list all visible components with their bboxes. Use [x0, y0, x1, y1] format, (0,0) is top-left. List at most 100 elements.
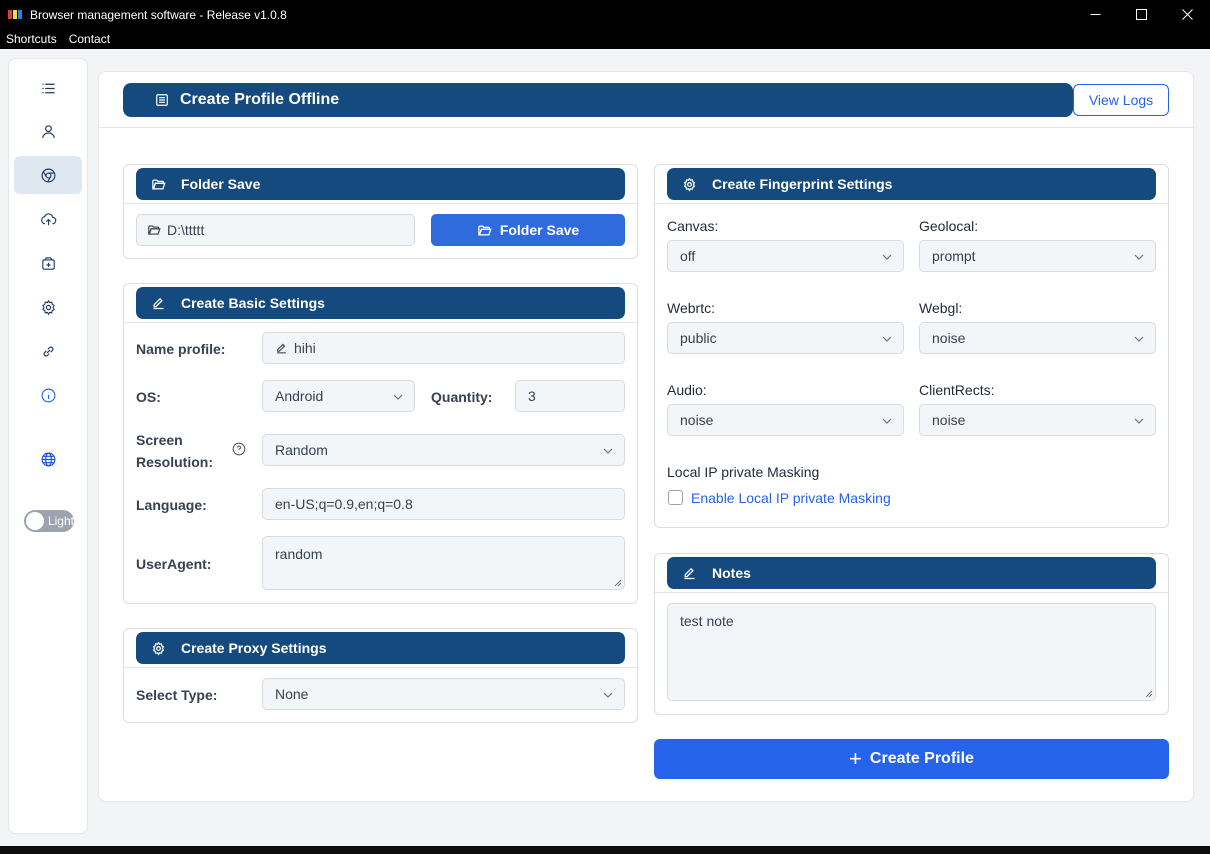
local-ip-checkbox[interactable] — [668, 490, 683, 505]
basic-settings-title: Create Basic Settings — [181, 295, 325, 311]
clientrects-value: noise — [932, 412, 966, 428]
canvas-select[interactable]: off — [667, 240, 904, 272]
app-client-area: Light Create Profile Offline View Logs F… — [0, 49, 1210, 846]
sidebar-item-proxy[interactable] — [14, 332, 82, 370]
create-profile-button[interactable]: + Create Profile — [654, 739, 1169, 779]
canvas-label: Canvas: — [667, 218, 719, 234]
quantity-input[interactable]: 3 — [515, 380, 625, 412]
geolocal-label: Geolocal: — [919, 218, 979, 234]
divider — [655, 592, 1168, 593]
audio-value: noise — [680, 412, 714, 428]
name-profile-input[interactable]: hihi — [262, 332, 625, 364]
language-input[interactable]: en-US;q=0.9,en;q=0.8 — [262, 488, 625, 520]
language-label: Language: — [136, 497, 207, 513]
plus-icon: + — [849, 746, 862, 771]
divider — [655, 203, 1168, 204]
help-icon[interactable] — [232, 442, 246, 456]
menu-contact[interactable]: Contact — [63, 32, 116, 46]
maximize-button[interactable] — [1118, 0, 1164, 29]
folder-open-icon — [152, 179, 166, 189]
sidebar-item-browser[interactable] — [14, 156, 82, 194]
minimize-icon — [1090, 14, 1100, 15]
main-header: Create Profile Offline View Logs — [99, 72, 1193, 128]
screen-resolution-select[interactable]: Random — [262, 434, 625, 466]
page-title: Create Profile Offline — [123, 83, 1073, 117]
fingerprint-settings-header: Create Fingerprint Settings — [667, 168, 1156, 200]
sidebar-item-menu[interactable] — [14, 69, 82, 107]
notes-textarea[interactable]: test note — [667, 603, 1156, 701]
local-ip-checkbox-label[interactable]: Enable Local IP private Masking — [691, 490, 891, 506]
proxy-settings-header: Create Proxy Settings — [136, 632, 625, 664]
audio-select[interactable]: noise — [667, 404, 904, 436]
user-icon — [41, 124, 55, 138]
notes-header: Notes — [667, 557, 1156, 589]
basic-settings-card: Create Basic Settings Name profile: hihi… — [123, 283, 638, 604]
quantity-value: 3 — [528, 388, 536, 404]
sidebar-item-about[interactable] — [14, 376, 82, 414]
menu-bar: Shortcuts Contact — [0, 29, 1210, 49]
screen-resolution-value: Random — [275, 442, 328, 458]
title-bar: Browser management software - Release v1… — [0, 0, 1210, 29]
resize-handle-icon[interactable] — [614, 579, 622, 587]
chevron-down-icon — [882, 418, 892, 424]
sidebar-item-cloud[interactable] — [14, 200, 82, 238]
chevron-down-icon — [1134, 336, 1144, 342]
webgl-label: Webgl: — [919, 300, 963, 316]
folder-open-icon — [478, 225, 492, 235]
notes-card: Notes test note — [654, 553, 1169, 715]
terminal-edge — [0, 846, 1210, 854]
os-label: OS: — [136, 389, 161, 405]
folder-save-card: Folder Save D:\ttttt Folder Save — [123, 164, 638, 259]
folder-save-button[interactable]: Folder Save — [431, 214, 625, 246]
proxy-settings-title: Create Proxy Settings — [181, 640, 327, 656]
os-select[interactable]: Android — [262, 380, 415, 412]
folder-path-value: D:\ttttt — [167, 222, 205, 238]
list-icon — [156, 94, 168, 106]
clientrects-select[interactable]: noise — [919, 404, 1156, 436]
theme-toggle[interactable]: Light — [24, 510, 74, 532]
info-icon — [41, 388, 55, 402]
useragent-textarea[interactable]: random — [262, 536, 625, 590]
pencil-icon — [153, 297, 164, 309]
pencil-icon — [277, 343, 286, 353]
divider — [124, 667, 637, 668]
chevron-down-icon — [603, 692, 613, 698]
quantity-label: Quantity: — [431, 389, 493, 405]
view-logs-button[interactable]: View Logs — [1073, 84, 1169, 116]
notes-title: Notes — [712, 565, 751, 581]
proxy-type-label: Select Type: — [136, 687, 218, 703]
sidebar-item-language[interactable] — [14, 440, 82, 478]
geolocal-select[interactable]: prompt — [919, 240, 1156, 272]
sidebar-item-settings[interactable] — [14, 288, 82, 326]
audio-label: Audio: — [667, 382, 707, 398]
resize-handle-icon[interactable] — [1145, 690, 1153, 698]
chevron-down-icon — [882, 254, 892, 260]
minimize-button[interactable] — [1072, 0, 1118, 29]
webrtc-select[interactable]: public — [667, 322, 904, 354]
theme-toggle-knob — [26, 512, 44, 530]
folder-path-field[interactable]: D:\ttttt — [136, 214, 415, 246]
geolocal-value: prompt — [932, 248, 976, 264]
webgl-select[interactable]: noise — [919, 322, 1156, 354]
notes-value: test note — [680, 613, 734, 629]
local-ip-label: Local IP private Masking — [667, 464, 820, 480]
basic-settings-header: Create Basic Settings — [136, 287, 625, 319]
globe-icon — [41, 452, 55, 466]
chevron-down-icon — [393, 394, 403, 400]
name-profile-value: hihi — [294, 340, 316, 356]
create-profile-label: Create Profile — [869, 750, 974, 767]
sidebar-item-profiles[interactable] — [14, 112, 82, 150]
close-button[interactable] — [1164, 0, 1210, 29]
proxy-type-select[interactable]: None — [262, 678, 625, 710]
menu-shortcuts[interactable]: Shortcuts — [0, 32, 63, 46]
sidebar-item-packages[interactable] — [14, 244, 82, 282]
proxy-settings-card: Create Proxy Settings Select Type: None — [123, 628, 638, 723]
name-profile-label: Name profile: — [136, 341, 226, 357]
useragent-label: UserAgent: — [136, 556, 212, 572]
chevron-down-icon — [882, 336, 892, 342]
canvas-value: off — [680, 248, 696, 264]
window-title: Browser management software - Release v1… — [30, 7, 287, 22]
main-panel: Create Profile Offline View Logs Folder … — [98, 71, 1194, 802]
folder-save-title: Folder Save — [181, 176, 261, 192]
chevron-down-icon — [603, 448, 613, 454]
